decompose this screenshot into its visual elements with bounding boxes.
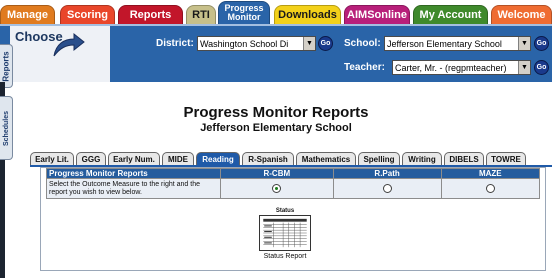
subject-tabs: Early Lit. GGG Early Num. MIDE Reading R… (30, 152, 552, 165)
teacher-label: Teacher: (344, 62, 385, 73)
subtab-dibels[interactable]: DIBELS (444, 152, 484, 165)
choose-label: Choose (15, 29, 63, 44)
tab-progress-monitor-line2: Monitor (227, 12, 261, 22)
district-select[interactable]: Washington School Di ▼ (197, 36, 316, 51)
r-cbm-cell (220, 178, 334, 199)
tab-progress-monitor[interactable]: Progress Monitor (218, 1, 270, 24)
maze-radio[interactable] (485, 184, 495, 193)
report-selection-table: Progress Monitor Reports R-CBM R.Path MA… (46, 168, 541, 199)
school-go-button[interactable]: Go (534, 36, 549, 51)
tab-scoring[interactable]: Scoring (60, 5, 115, 24)
r-cbm-radio[interactable] (272, 184, 282, 193)
column-header-r-cbm: R-CBM (220, 168, 334, 179)
subtab-writing[interactable]: Writing (402, 152, 442, 165)
teacher-go-button[interactable]: Go (534, 60, 549, 75)
maze-cell (440, 178, 541, 199)
teacher-select-value: Carter, Mr. - (regpmteacher) (395, 62, 507, 73)
subtab-r-spanish[interactable]: R-Spanish (242, 152, 294, 165)
school-select-value: Jefferson Elementary School (387, 38, 502, 49)
table-header-row: Progress Monitor Reports R-CBM R.Path MA… (46, 168, 541, 179)
subtab-early-num[interactable]: Early Num. (108, 152, 160, 165)
column-header-r-path: R.Path (332, 168, 442, 179)
tab-welcome[interactable]: Welcome (491, 5, 552, 24)
teacher-select[interactable]: Carter, Mr. - (regpmteacher) ▼ (392, 60, 531, 75)
subtab-ggg[interactable]: GGG (76, 152, 106, 165)
tab-aimsonline[interactable]: AIMSonline (344, 5, 410, 24)
table-row: Select the Outcome Measure to the right … (46, 178, 541, 199)
page-title: Progress Monitor Reports (183, 104, 369, 121)
chevron-down-icon: ▼ (518, 37, 530, 50)
school-label: School: (344, 38, 381, 49)
chevron-down-icon: ▼ (518, 61, 530, 74)
r-path-radio[interactable] (382, 184, 392, 193)
tab-rti[interactable]: RTI (186, 5, 216, 24)
subtab-towre[interactable]: TOWRE (486, 152, 526, 165)
chevron-down-icon: ▼ (303, 37, 315, 50)
instruction-text: Select the Outcome Measure to the right … (46, 178, 221, 199)
district-go-button[interactable]: Go (318, 36, 333, 51)
tab-my-account[interactable]: My Account (413, 5, 488, 24)
subtab-early-lit[interactable]: Early Lit. (30, 152, 74, 165)
r-path-cell (332, 178, 442, 199)
reports-side-tab-label: Reports (1, 50, 11, 82)
subtab-mide[interactable]: MIDE (162, 152, 194, 165)
top-navigation: Manage Scoring Reports RTI Progress Moni… (0, 0, 552, 24)
tab-reports[interactable]: Reports (118, 5, 183, 24)
school-select[interactable]: Jefferson Elementary School ▼ (384, 36, 531, 51)
report-preview-image (259, 215, 311, 251)
thumbnail-title: Status (275, 208, 295, 214)
tab-manage[interactable]: Manage (0, 5, 55, 24)
district-label: District: (156, 38, 194, 49)
district-select-value: Washington School Di (200, 38, 289, 49)
page-subtitle: Jefferson Elementary School (200, 122, 352, 134)
subtab-mathematics[interactable]: Mathematics (296, 152, 356, 165)
status-report-thumbnail[interactable]: Status Status Report (255, 208, 315, 260)
tab-downloads[interactable]: Downloads (274, 5, 341, 24)
subtab-spelling[interactable]: Spelling (358, 152, 400, 165)
column-header-maze: MAZE (440, 168, 541, 179)
subtab-reading[interactable]: Reading (196, 152, 240, 165)
table-header-title: Progress Monitor Reports (46, 168, 221, 179)
thumbnail-caption: Status Report (263, 253, 307, 260)
